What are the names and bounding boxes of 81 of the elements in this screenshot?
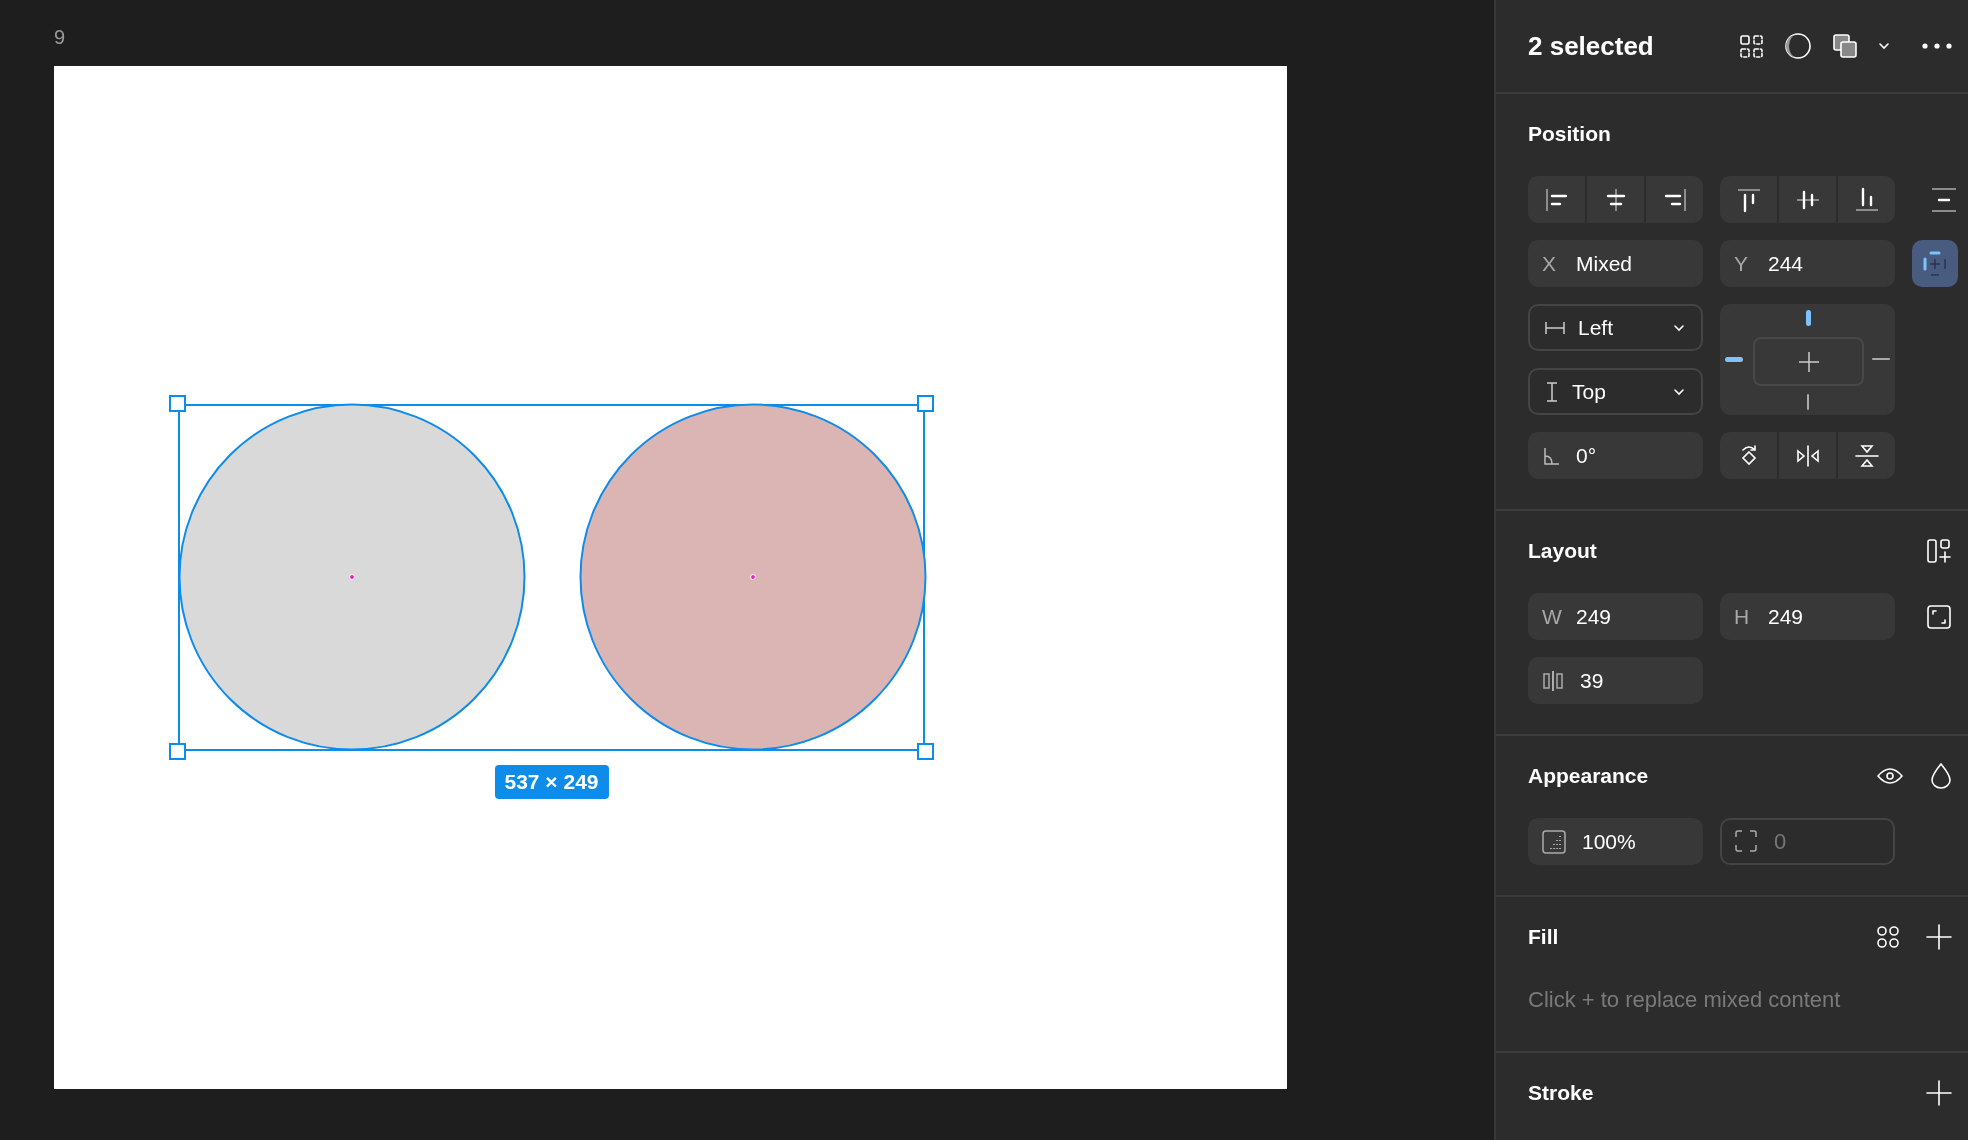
left-constraint-marker[interactable]	[1725, 357, 1743, 362]
field-label: Y	[1734, 251, 1749, 276]
add-icon[interactable]	[1926, 1080, 1952, 1106]
field-value: 244	[1768, 251, 1804, 276]
field-label: H	[1734, 604, 1751, 629]
top-constraint-marker[interactable]	[1806, 310, 1811, 326]
gap-field[interactable]: 39	[1528, 657, 1703, 704]
grid-icon[interactable]	[1739, 33, 1764, 59]
section-title: Appearance	[1528, 764, 1649, 788]
align-middle-button[interactable]	[1779, 176, 1836, 223]
rotate-button[interactable]	[1720, 432, 1777, 479]
chevron-down-icon	[1673, 386, 1685, 397]
field-value: 249	[1576, 604, 1612, 629]
x-field[interactable]: X Mixed	[1528, 240, 1703, 287]
field-value: Mixed	[1576, 251, 1633, 276]
field-value: 249	[1768, 604, 1804, 629]
fill-hint: Click + to replace mixed content	[1528, 986, 1842, 1014]
align-top-icon	[1735, 186, 1762, 213]
right-constraint-marker[interactable]	[1872, 358, 1890, 360]
eye-icon[interactable]	[1876, 766, 1904, 786]
field-value: 39	[1580, 668, 1604, 693]
align-right-button[interactable]	[1646, 176, 1703, 223]
gap-icon	[1542, 669, 1564, 692]
selection-title: 2 selected	[1528, 30, 1654, 62]
field-value: 100%	[1582, 829, 1636, 854]
center-point	[750, 574, 756, 580]
chevron-down-icon[interactable]	[1878, 41, 1890, 51]
resize-icon[interactable]	[1926, 603, 1952, 630]
frame-label: 9	[54, 26, 66, 49]
opacity-icon	[1542, 829, 1566, 854]
horizontal-constraint-dropdown[interactable]: Left	[1528, 304, 1703, 351]
section-title: Stroke	[1528, 1081, 1594, 1105]
field-label: W	[1542, 604, 1560, 629]
circle-shape[interactable]	[178, 403, 526, 751]
contrast-icon[interactable]	[1784, 32, 1812, 60]
section-title: Layout	[1528, 539, 1597, 563]
section-title: Fill	[1528, 925, 1559, 949]
section-title: Position	[1528, 122, 1611, 146]
dropdown-value: Left	[1578, 315, 1614, 340]
more-icon[interactable]	[1922, 42, 1952, 50]
flip-vertical-button[interactable]	[1838, 432, 1895, 479]
add-layout-icon[interactable]	[1926, 538, 1952, 564]
rotation-field[interactable]: 0°	[1528, 432, 1703, 479]
flip-horizontal-icon	[1794, 442, 1821, 469]
add-icon[interactable]	[1926, 924, 1952, 950]
plus-icon	[1797, 350, 1820, 373]
corner-radius-field[interactable]: 0	[1720, 818, 1895, 865]
align-center-button[interactable]	[1587, 176, 1644, 223]
opacity-field[interactable]: 100%	[1528, 818, 1703, 865]
height-field[interactable]: H 249	[1720, 593, 1895, 640]
resize-handle[interactable]	[169, 743, 186, 760]
align-left-button[interactable]	[1528, 176, 1585, 223]
align-bottom-icon	[1853, 186, 1880, 213]
angle-icon	[1542, 445, 1560, 466]
center-point	[349, 574, 355, 580]
width-field[interactable]: W 249	[1528, 593, 1703, 640]
resize-handle[interactable]	[917, 395, 934, 412]
field-value: 0°	[1576, 443, 1597, 468]
resize-handle[interactable]	[169, 395, 186, 412]
y-field[interactable]: Y 244	[1720, 240, 1895, 287]
field-label: X	[1542, 251, 1557, 276]
resize-handle[interactable]	[917, 743, 934, 760]
align-left-icon	[1543, 186, 1570, 213]
constraints-icon	[1922, 250, 1948, 277]
dropdown-value: Top	[1572, 379, 1606, 404]
chevron-down-icon	[1673, 322, 1685, 333]
corner-radius-icon	[1734, 829, 1758, 853]
bottom-constraint-marker[interactable]	[1807, 394, 1809, 410]
constraints-toggle[interactable]	[1912, 240, 1958, 287]
drop-icon[interactable]	[1930, 762, 1952, 790]
flip-horizontal-button[interactable]	[1779, 432, 1836, 479]
circle-shape[interactable]	[579, 403, 927, 751]
vertical-constraint-dropdown[interactable]: Top	[1528, 368, 1703, 415]
align-bottom-button[interactable]	[1838, 176, 1895, 223]
styles-icon[interactable]	[1876, 925, 1900, 949]
flip-vertical-icon	[1853, 442, 1880, 469]
distribute-icon[interactable]	[1930, 185, 1958, 214]
size-label: 537 × 249	[494, 765, 609, 799]
text-cursor-icon	[1544, 380, 1560, 403]
align-top-button[interactable]	[1720, 176, 1777, 223]
layers-icon[interactable]	[1832, 33, 1858, 59]
